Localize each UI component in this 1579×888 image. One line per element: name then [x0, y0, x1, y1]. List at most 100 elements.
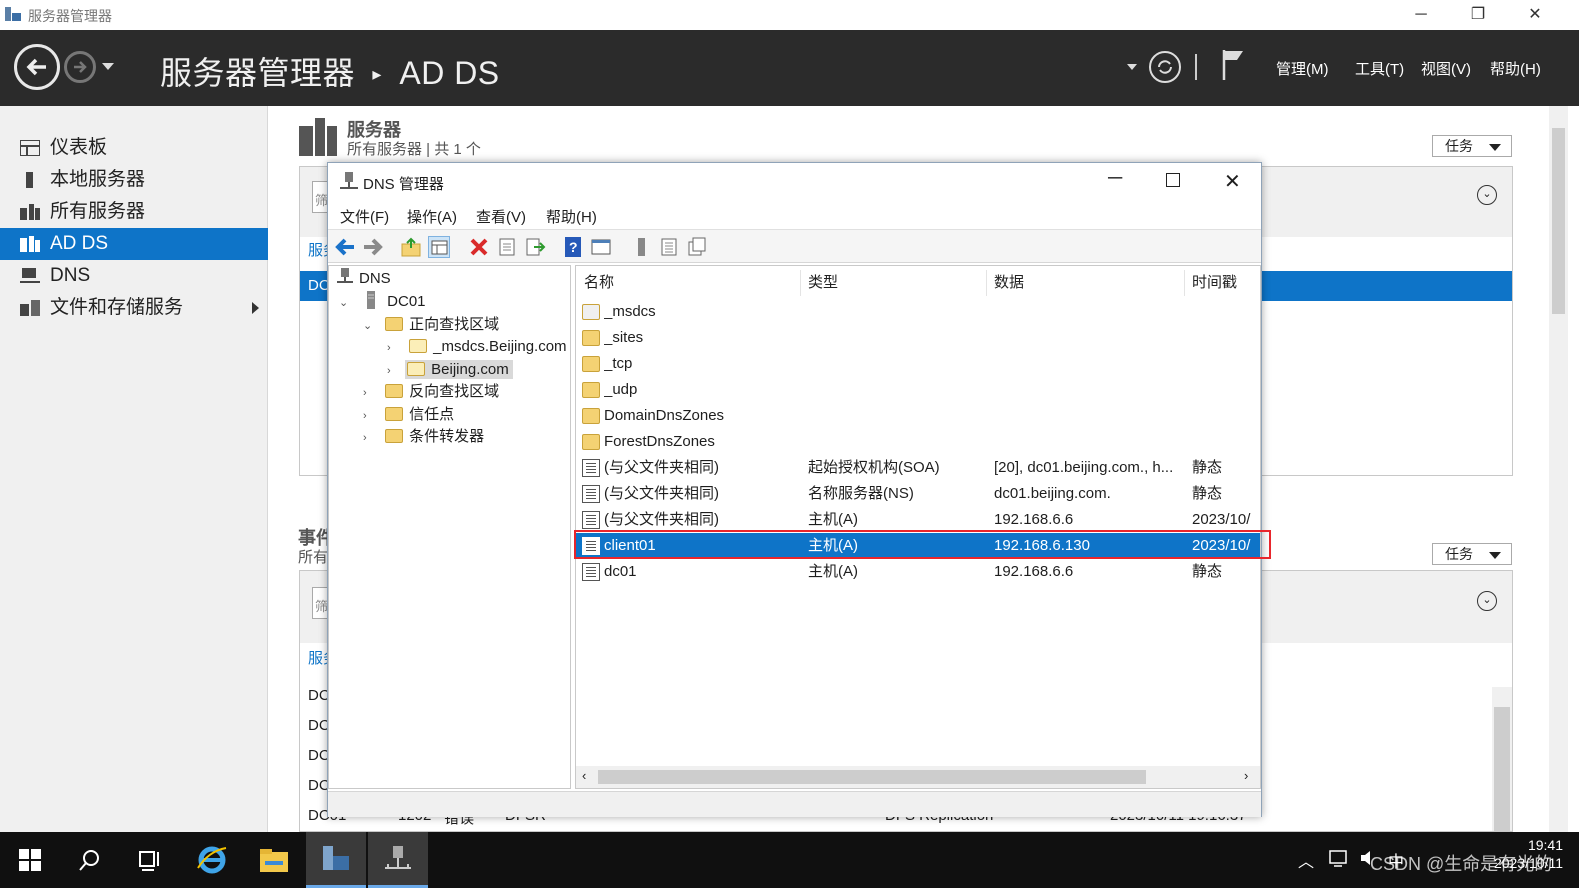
- network-icon[interactable]: [1328, 848, 1350, 868]
- dns-window-title: DNS 管理器: [363, 176, 444, 193]
- page-scrollbar[interactable]: [1549, 106, 1568, 832]
- tree-node-dns[interactable]: DNS: [337, 268, 391, 290]
- tree-node-beijing-zone[interactable]: › Beijing.com: [387, 359, 513, 381]
- expand-chevron-icon[interactable]: ›: [387, 360, 401, 382]
- column-header-timestamp[interactable]: 时间戳: [1192, 266, 1237, 300]
- sidebar-item-all-servers[interactable]: 所有服务器: [0, 196, 268, 228]
- menu-manage[interactable]: 管理(M): [1276, 58, 1329, 79]
- sidebar-item-file-storage[interactable]: 文件和存储服务: [0, 292, 268, 324]
- list-scroll-thumb[interactable]: [598, 770, 1146, 784]
- record-row[interactable]: _sites: [576, 325, 1260, 351]
- record-name: _sites: [604, 329, 644, 346]
- taskbar-server-manager[interactable]: [306, 832, 366, 888]
- menu-help[interactable]: 帮助(H): [1490, 58, 1541, 79]
- dns-close-button[interactable]: ✕: [1224, 169, 1241, 194]
- copy-icon[interactable]: [686, 236, 708, 258]
- forward-icon[interactable]: [362, 236, 384, 258]
- tree-node-conditional-forwarders[interactable]: › 条件转发器: [363, 426, 484, 448]
- column-header-name[interactable]: 名称: [584, 266, 614, 300]
- taskbar-ie[interactable]: [182, 832, 242, 888]
- record-row[interactable]: (与父文件夹相同) 名称服务器(NS) dc01.beijing.com. 静态: [576, 481, 1260, 507]
- record-timestamp: 静态: [1192, 485, 1223, 502]
- refresh-icon: [1158, 60, 1172, 74]
- show-hide-tree-icon[interactable]: [428, 236, 450, 258]
- tree-node-forward-zones[interactable]: ⌄ 正向查找区域: [363, 314, 499, 336]
- dns-menubar: 文件(F) 操作(A) 查看(V) 帮助(H): [328, 201, 1261, 229]
- start-button[interactable]: [0, 832, 60, 888]
- folder-icon: [582, 408, 600, 424]
- console-window-icon[interactable]: [590, 236, 612, 258]
- history-dropdown-icon[interactable]: [102, 63, 114, 70]
- column-header-type[interactable]: 类型: [808, 266, 838, 300]
- menu-view[interactable]: 视图(V): [1421, 58, 1471, 79]
- dns-menu-file[interactable]: 文件(F): [340, 206, 389, 227]
- scroll-right-icon[interactable]: ›: [1244, 768, 1248, 783]
- record-row[interactable]: dc01 主机(A) 192.168.6.6 静态: [576, 559, 1260, 585]
- record-row[interactable]: (与父文件夹相同) 起始授权机构(SOA) [20], dc01.beijing.c…: [576, 455, 1260, 481]
- tree-node-trust-points[interactable]: › 信任点: [363, 404, 454, 426]
- dns-minimize-button[interactable]: ─: [1108, 167, 1122, 190]
- app-header: 服务器管理器 ▸ AD DS 管理(M) 工具(T) 视图(V) 帮助(H): [0, 30, 1579, 106]
- record-row[interactable]: _udp: [576, 377, 1260, 403]
- expand-chevron-icon[interactable]: ›: [387, 337, 401, 359]
- taskbar-explorer[interactable]: [244, 832, 304, 888]
- tree-node-dc01[interactable]: ⌄ DC01: [339, 291, 426, 313]
- scroll-left-icon[interactable]: ‹: [582, 768, 586, 783]
- collapse-chevron-icon[interactable]: ⌄: [363, 315, 377, 337]
- minimize-button[interactable]: ─: [1398, 0, 1444, 30]
- record-row[interactable]: ForestDnsZones: [576, 429, 1260, 455]
- sidebar-item-local-server[interactable]: 本地服务器: [0, 164, 268, 196]
- help-icon[interactable]: ?: [562, 236, 584, 258]
- dns-menu-help[interactable]: 帮助(H): [546, 206, 597, 227]
- server-node-icon[interactable]: [630, 236, 652, 258]
- up-folder-icon[interactable]: [400, 236, 422, 258]
- record-row[interactable]: _tcp: [576, 351, 1260, 377]
- sidebar-item-dashboard[interactable]: 仪表板: [0, 132, 268, 164]
- file-explorer-icon: [260, 849, 288, 872]
- expand-arrow-icon[interactable]: [252, 302, 259, 314]
- list-horizontal-scrollbar[interactable]: ‹ ›: [576, 766, 1260, 788]
- forward-button[interactable]: [64, 51, 96, 83]
- sidebar-item-ad-ds[interactable]: AD DS: [0, 228, 268, 260]
- expand-chevron-icon[interactable]: ›: [363, 405, 377, 427]
- task-view-button[interactable]: [120, 832, 180, 888]
- close-button[interactable]: ✕: [1512, 0, 1558, 30]
- back-button[interactable]: [14, 44, 60, 90]
- taskbar-dns-manager[interactable]: [368, 832, 428, 888]
- expand-chevron-icon[interactable]: ›: [363, 382, 377, 404]
- record-row[interactable]: DomainDnsZones: [576, 403, 1260, 429]
- servers-tasks-button[interactable]: 任务: [1432, 135, 1512, 157]
- refresh-button[interactable]: [1149, 51, 1181, 83]
- expand-chevron-icon[interactable]: ›: [363, 427, 377, 449]
- events-scroll-thumb[interactable]: [1494, 707, 1510, 831]
- tree-node-reverse-zones[interactable]: › 反向查找区域: [363, 381, 499, 403]
- show-hidden-icons[interactable]: ︿: [1298, 848, 1314, 872]
- search-button[interactable]: [60, 832, 120, 888]
- notifications-flag-icon[interactable]: [1220, 48, 1246, 82]
- taskbar: ︿ 中 19:41 2023/10/11 CSDN @生命是有光的: [0, 832, 1579, 888]
- collapse-chevron-icon[interactable]: ⌄: [1477, 591, 1497, 611]
- tree-node-msdcs-zone[interactable]: › _msdcs.Beijing.com: [387, 336, 567, 358]
- svg-text:?: ?: [569, 239, 578, 255]
- back-icon[interactable]: [334, 236, 356, 258]
- dns-menu-action[interactable]: 操作(A): [407, 206, 457, 227]
- app-name: 服务器管理器: [160, 55, 356, 91]
- restore-button[interactable]: ❐: [1455, 0, 1501, 30]
- properties-icon[interactable]: [496, 236, 518, 258]
- sidebar-item-dns[interactable]: DNS: [0, 260, 268, 292]
- column-header-data[interactable]: 数据: [994, 266, 1024, 300]
- events-scrollbar[interactable]: [1492, 687, 1512, 831]
- record-row[interactable]: _msdcs: [576, 299, 1260, 325]
- collapse-chevron-icon[interactable]: ⌄: [1477, 185, 1497, 205]
- collapse-chevron-icon[interactable]: ⌄: [339, 292, 353, 314]
- dropdown-chevron-icon[interactable]: [1127, 64, 1137, 70]
- page-scroll-thumb[interactable]: [1552, 128, 1565, 314]
- menu-tools[interactable]: 工具(T): [1355, 58, 1404, 79]
- delete-icon[interactable]: [468, 236, 490, 258]
- list-view-icon[interactable]: [658, 236, 680, 258]
- folder-icon: [582, 382, 600, 398]
- dns-maximize-button[interactable]: [1166, 173, 1180, 187]
- events-tasks-button[interactable]: 任务: [1432, 543, 1512, 565]
- dns-menu-view[interactable]: 查看(V): [476, 206, 526, 227]
- export-icon[interactable]: [524, 236, 546, 258]
